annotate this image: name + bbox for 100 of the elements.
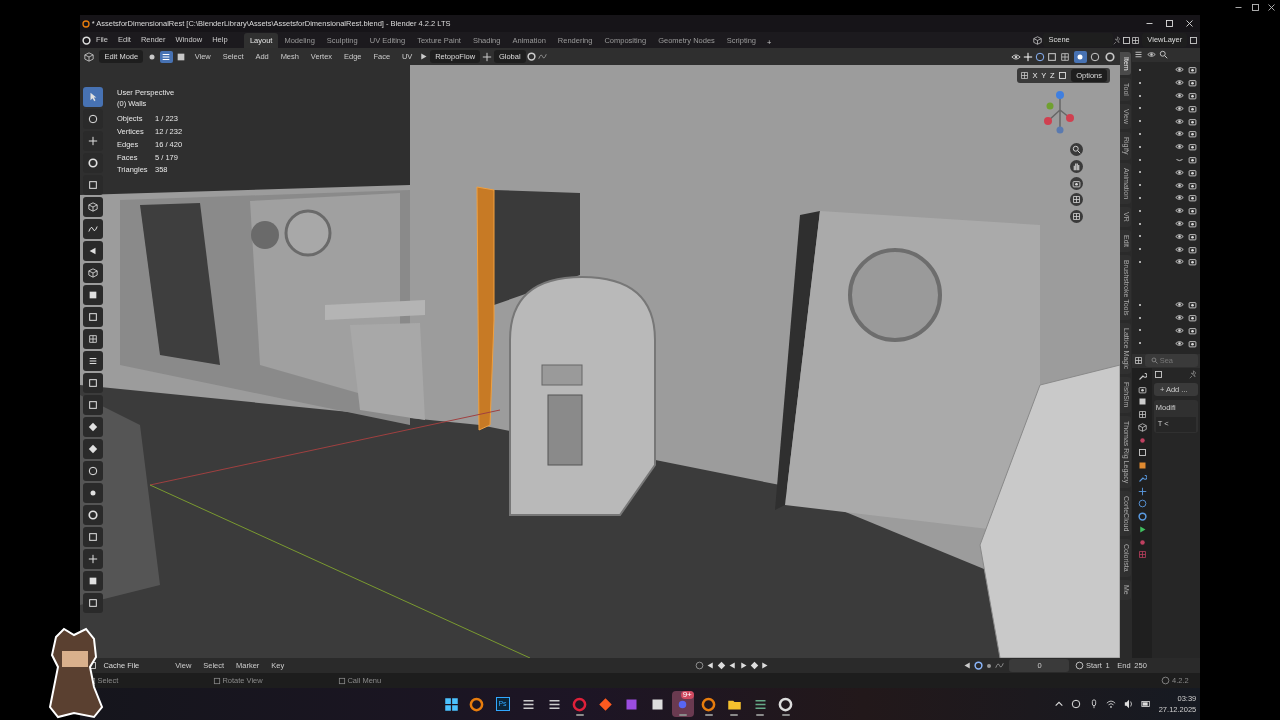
camera-view-icon[interactable]: [1072, 178, 1081, 188]
camera-icon[interactable]: [1188, 155, 1197, 165]
overlay-icon[interactable]: [1034, 51, 1045, 62]
material-icon[interactable]: [1137, 537, 1147, 547]
jump-end-icon[interactable]: [760, 661, 770, 670]
particles-icon[interactable]: [1137, 486, 1147, 496]
texture-icon[interactable]: [1137, 550, 1147, 560]
constraints-icon[interactable]: [1137, 512, 1147, 521]
tool-button[interactable]: [83, 373, 103, 393]
tool-button[interactable]: [83, 505, 103, 525]
close-icon[interactable]: [1185, 19, 1195, 28]
shading-mode-icon[interactable]: [1073, 50, 1087, 63]
prev-key-icon[interactable]: [717, 661, 726, 670]
eye-icon[interactable]: [1175, 313, 1184, 322]
camera-icon[interactable]: [1188, 193, 1197, 203]
tool-button[interactable]: [83, 197, 103, 217]
camera-icon[interactable]: [1188, 91, 1197, 101]
camera-icon[interactable]: [1188, 103, 1197, 113]
collection-icon[interactable]: [1137, 448, 1147, 458]
modifier-icon[interactable]: [1137, 473, 1147, 483]
eye-icon[interactable]: [1175, 103, 1184, 113]
xray-icon[interactable]: [1046, 51, 1057, 62]
gizmo-icon[interactable]: [1023, 51, 1033, 62]
zoom-icon[interactable]: [1072, 145, 1081, 154]
eye-icon[interactable]: [1175, 231, 1184, 241]
camera-icon[interactable]: [1188, 300, 1197, 310]
eye-icon[interactable]: [1175, 65, 1184, 75]
next-key-icon[interactable]: [749, 661, 759, 670]
snap-icon[interactable]: [527, 52, 537, 61]
tool-button[interactable]: [83, 87, 103, 107]
grid-view-icon[interactable]: [1072, 212, 1081, 221]
mirror-icon[interactable]: [1019, 71, 1029, 81]
display-mode-icon[interactable]: [1133, 50, 1143, 60]
view-layer-icon[interactable]: [1137, 410, 1147, 419]
camera-icon[interactable]: [1188, 142, 1197, 152]
play-reverse-icon[interactable]: [727, 661, 737, 670]
snap-icon[interactable]: [974, 661, 984, 670]
eye-icon[interactable]: [1175, 219, 1184, 228]
pin-icon[interactable]: [1113, 35, 1123, 45]
show-hidden-icon[interactable]: [1053, 699, 1064, 709]
tool-button[interactable]: [83, 351, 103, 371]
perspective-icon[interactable]: [1072, 195, 1081, 205]
tool-button[interactable]: [83, 285, 103, 305]
editor-type-icon[interactable]: [83, 51, 94, 62]
battery-icon[interactable]: [1141, 699, 1152, 709]
tool-button[interactable]: [83, 483, 103, 503]
visibility-icon[interactable]: [1011, 51, 1022, 62]
camera-icon[interactable]: [1188, 231, 1197, 241]
eye-icon[interactable]: [1175, 91, 1184, 101]
orientation-icon[interactable]: [482, 51, 493, 62]
camera-icon[interactable]: [1188, 219, 1197, 228]
interpolation-icon[interactable]: [994, 661, 1004, 670]
play-icon[interactable]: [738, 661, 748, 670]
new-scene-icon[interactable]: [1122, 35, 1132, 45]
eye-icon[interactable]: [1175, 325, 1184, 335]
keying-icon[interactable]: [985, 661, 993, 670]
camera-icon[interactable]: [1188, 180, 1197, 190]
eye-icon[interactable]: [1175, 167, 1184, 177]
eye-icon[interactable]: [1175, 116, 1184, 126]
shading-mode-icon[interactable]: [1088, 50, 1102, 63]
camera-icon[interactable]: [1188, 65, 1197, 75]
data-icon[interactable]: [1137, 524, 1147, 534]
camera-icon[interactable]: [1188, 313, 1197, 322]
eye-icon[interactable]: [1175, 338, 1184, 348]
tool-button[interactable]: [83, 593, 103, 613]
speaker-icon[interactable]: [1123, 699, 1134, 709]
maximize-icon[interactable]: [1165, 19, 1175, 28]
physics-icon[interactable]: [1137, 499, 1147, 509]
camera-icon[interactable]: [1188, 167, 1197, 177]
tool-button[interactable]: [83, 219, 103, 239]
sync-icon[interactable]: [1071, 699, 1082, 709]
auto-merge-icon[interactable]: [1058, 71, 1068, 81]
camera-icon[interactable]: [1188, 116, 1197, 126]
scene-icon[interactable]: [1137, 422, 1147, 432]
tool-button[interactable]: [83, 175, 103, 195]
camera-icon[interactable]: [1188, 325, 1197, 335]
eye-icon[interactable]: [1175, 78, 1184, 88]
wifi-icon[interactable]: [1106, 699, 1117, 709]
jump-start-icon[interactable]: [706, 661, 716, 670]
pan-icon[interactable]: [1072, 161, 1081, 171]
tool-button[interactable]: [83, 417, 103, 437]
filter-icon[interactable]: [963, 661, 973, 670]
eye-icon[interactable]: [1175, 193, 1184, 203]
search-icon[interactable]: [1159, 50, 1169, 60]
camera-icon[interactable]: [1188, 206, 1197, 216]
camera-icon[interactable]: [1188, 244, 1197, 254]
tool-button[interactable]: [83, 263, 103, 283]
maximize-icon[interactable]: [1250, 3, 1260, 12]
object-icon[interactable]: [1137, 461, 1147, 470]
tool-button[interactable]: [83, 395, 103, 415]
eye-icon[interactable]: [1175, 244, 1184, 254]
eye-icon[interactable]: [1175, 300, 1184, 310]
tool-button[interactable]: [83, 153, 103, 173]
eye-icon[interactable]: [1175, 257, 1184, 267]
layer-icon[interactable]: [1131, 35, 1141, 45]
editor-type-icon[interactable]: [1133, 356, 1143, 366]
clock-icon[interactable]: [1075, 661, 1085, 670]
tool-button[interactable]: [83, 461, 103, 481]
pin-icon[interactable]: [1189, 369, 1199, 379]
tool-icon[interactable]: [1137, 371, 1147, 381]
